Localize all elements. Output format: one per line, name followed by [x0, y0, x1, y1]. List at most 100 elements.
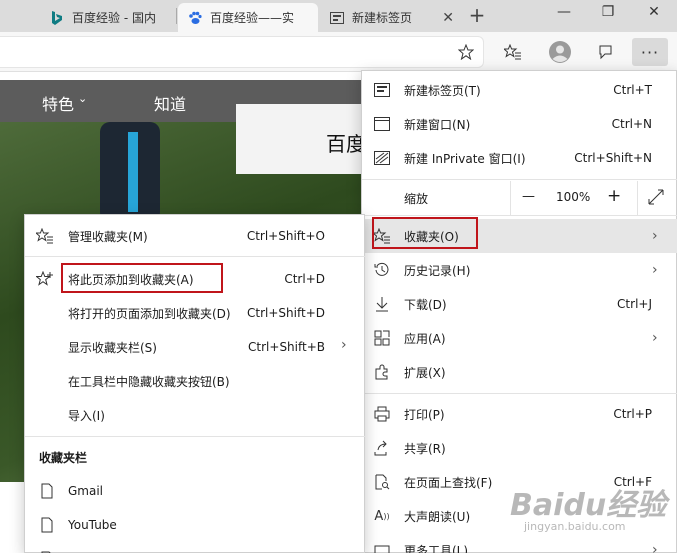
fav-manage[interactable]: 管理收藏夹(M) Ctrl+Shift+O [25, 219, 325, 253]
menu-label: 历史记录(H) [404, 263, 471, 278]
zoom-value: 100% [556, 190, 591, 204]
favorites-highlight-box [372, 217, 478, 249]
browser-toolbar: ··· [0, 32, 677, 72]
section-heading: 收藏夹栏 [39, 450, 88, 465]
menu-label: 在页面上查找(F) [404, 475, 493, 490]
fav-hide-toolbar-button[interactable]: 在工具栏中隐藏收藏夹按钮(B) [25, 364, 325, 398]
zoom-in-button[interactable]: + [607, 186, 621, 206]
page-icon [37, 549, 57, 553]
menu-label: 应用(A) [404, 331, 446, 346]
fav-import[interactable]: 导入(I) [25, 398, 325, 432]
zoom-divider [510, 181, 511, 215]
restore-button[interactable]: ❐ [588, 0, 628, 26]
menu-label: 共享(R) [404, 441, 446, 456]
page-icon [37, 515, 57, 535]
bookmark-item[interactable]: Gmail [25, 474, 325, 508]
minimize-button[interactable]: — [544, 0, 584, 26]
profile-avatar[interactable] [545, 38, 575, 66]
site-card: 百度 [236, 104, 376, 174]
menu-label: 大声朗读(U) [404, 509, 471, 524]
bookmark-item[interactable]: YouTube [25, 508, 325, 542]
newtab-icon [330, 11, 344, 25]
menu-label: 打印(P) [404, 407, 445, 422]
menu-extensions[interactable]: 扩展(X) [362, 355, 652, 389]
zoom-divider [637, 181, 638, 215]
chevron-right-icon: › [652, 330, 658, 346]
feedback-icon[interactable] [590, 38, 620, 66]
page-icon [37, 481, 57, 501]
tab-label: 百度经验 - 国内 [72, 11, 156, 25]
bing-icon [50, 10, 64, 25]
menu-new-inprivate[interactable]: 新建 InPrivate 窗口(I) Ctrl+Shift+N [362, 141, 652, 175]
add-favorite-icon [35, 269, 55, 289]
address-bar[interactable] [0, 36, 484, 68]
favorites-star-icon [35, 226, 55, 246]
bookmark-label: Gmail [68, 484, 104, 498]
menu-label: 在工具栏中隐藏收藏夹按钮(B) [68, 374, 230, 389]
menu-print[interactable]: 打印(P) Ctrl+P [362, 397, 652, 431]
menu-divider [362, 179, 677, 180]
baidu-jingyan-watermark: Baidu经验 jingyan.baidu.com [510, 480, 670, 550]
read-aloud-icon: A)) [374, 508, 390, 524]
menu-label: 扩展(X) [404, 365, 446, 380]
tab-baidu-jingyan-1[interactable]: 百度经验 - 国内 [40, 3, 174, 32]
menu-label: 更多工具(L) [404, 543, 469, 553]
menu-shortcut: Ctrl+P [613, 407, 652, 421]
nav-tese[interactable]: 特色 [42, 91, 74, 115]
new-window-icon [372, 114, 392, 134]
menu-share[interactable]: 共享(R) [362, 431, 652, 465]
favorites-icon[interactable] [498, 38, 528, 66]
baidu-paw-icon [188, 11, 202, 25]
share-icon [372, 438, 392, 458]
chevron-right-icon: › [652, 228, 658, 244]
fav-add-open-pages[interactable]: 将打开的页面添加到收藏夹(D) Ctrl+Shift+D [25, 296, 325, 330]
menu-shortcut: Ctrl+N [611, 117, 652, 131]
new-tab-button[interactable]: + [466, 3, 488, 29]
menu-apps[interactable]: 应用(A) › [362, 321, 677, 355]
add-favorite-highlight-box [61, 263, 223, 293]
menu-shortcut: Ctrl+D [284, 272, 325, 286]
menu-label: 新建窗口(N) [404, 117, 471, 132]
tab-strip: 百度经验 - 国内 百度经验——实 新建标签页 ✕ + — ❐ ✕ [0, 0, 677, 32]
inprivate-icon [372, 148, 392, 168]
nav-zhidao[interactable]: 知道 [154, 91, 186, 115]
card-text: 百度 [326, 132, 366, 156]
find-icon [372, 472, 392, 492]
menu-label: 下载(D) [404, 297, 447, 312]
menu-zoom-row: 缩放 — 100% + [362, 181, 677, 215]
menu-divider [25, 256, 366, 257]
apps-icon [372, 328, 392, 348]
tab-baidu-jingyan-2[interactable]: 百度经验——实 [178, 3, 318, 32]
menu-new-window[interactable]: 新建窗口(N) Ctrl+N [362, 107, 652, 141]
menu-shortcut: Ctrl+J [617, 297, 652, 311]
menu-label: 显示收藏夹栏(S) [68, 340, 157, 355]
more-icon[interactable]: ··· [632, 38, 668, 66]
fav-bar-heading: 收藏夹栏 [25, 440, 325, 474]
menu-new-tab[interactable]: 新建标签页(T) Ctrl+T [362, 73, 652, 107]
menu-shortcut: Ctrl+Shift+D [247, 306, 325, 320]
menu-label: 将打开的页面添加到收藏夹(D) [68, 306, 231, 321]
chevron-right-icon: › [652, 262, 658, 278]
menu-shortcut: Ctrl+Shift+O [246, 229, 325, 243]
menu-divider [362, 215, 677, 216]
zoom-out-button[interactable]: — [522, 189, 535, 204]
fav-show-bar[interactable]: 显示收藏夹栏(S) Ctrl+Shift+B [25, 330, 325, 364]
star-icon[interactable] [451, 38, 481, 66]
close-tab-icon[interactable]: ✕ [442, 10, 454, 26]
menu-label: 新建标签页(T) [404, 83, 481, 98]
tab-label: 新建标签页 [352, 11, 413, 25]
tab-new-tab[interactable]: 新建标签页 ✕ [320, 3, 462, 32]
menu-divider [25, 436, 366, 437]
close-window-button[interactable]: ✕ [634, 0, 674, 26]
menu-downloads[interactable]: 下载(D) Ctrl+J [362, 287, 652, 321]
fullscreen-icon[interactable] [648, 189, 664, 208]
menu-history[interactable]: 历史记录(H) › [362, 253, 677, 287]
tab-separator [176, 8, 177, 24]
watermark-url: jingyan.baidu.com [524, 520, 626, 533]
watermark-logo-text: Baidu经验 [510, 488, 667, 523]
menu-shortcut: Ctrl+Shift+N [574, 151, 652, 165]
jersey-stripe [128, 132, 138, 212]
menu-label: 管理收藏夹(M) [68, 229, 148, 244]
bookmark-item[interactable]: 地图 [25, 542, 325, 553]
menu-divider [362, 393, 677, 394]
